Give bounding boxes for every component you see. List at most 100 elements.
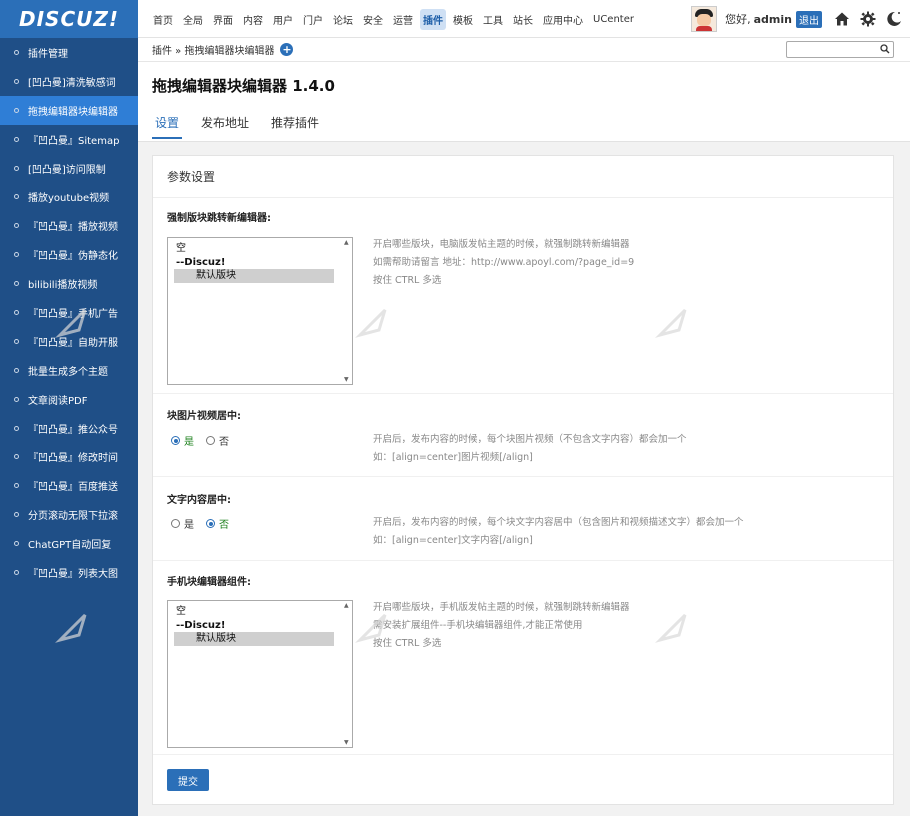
gear-icon[interactable]	[858, 9, 878, 29]
select-option-selected[interactable]: 默认版块	[174, 269, 334, 283]
sidebar-item[interactable]: 『凹凸曼』修改时间	[0, 442, 138, 471]
title-area: 拖拽编辑器块编辑器 1.4.0 设置 发布地址 推荐插件	[138, 62, 910, 142]
sidebar-item-label: 『凹凸曼』自助开服	[28, 337, 118, 349]
sidebar-item[interactable]: 『凹凸曼』自助开服	[0, 327, 138, 356]
sidebar-item[interactable]: 分页滚动无限下拉滚	[0, 500, 138, 529]
select-option[interactable]: 空	[168, 242, 352, 256]
home-icon[interactable]	[832, 9, 852, 29]
settings-card: 参数设置 强制版块跳转新编辑器: 空 --Discuz! 默认版块 ▲ ▼ 开启哪…	[152, 155, 894, 805]
sidebar: 插件管理 [凹凸曼]清洗敏感词 拖拽编辑器块编辑器 『凹凸曼』Sitemap […	[0, 38, 138, 816]
submit-button[interactable]: 提交	[167, 769, 209, 791]
radio-yes-label[interactable]: 是	[184, 516, 194, 531]
nav-forum[interactable]: 论坛	[330, 9, 356, 30]
sidebar-item-label: 文章阅读PDF	[28, 395, 88, 407]
sidebar-item[interactable]: 『凹凸曼』列表大图	[0, 558, 138, 587]
breadcrumb-bar: 插件 » 拖拽编辑器块编辑器 +	[138, 38, 910, 62]
sidebar-item[interactable]: 『凹凸曼』播放视频	[0, 211, 138, 240]
nav-admin[interactable]: 站长	[510, 9, 536, 30]
sidebar-item-label: 『凹凸曼』百度推送	[28, 482, 118, 494]
theme-toggle-icon[interactable]	[884, 9, 904, 29]
top-bar: DISCUZ! 首页 全局 界面 内容 用户 门户 论坛 安全 运营 插件 模板…	[0, 0, 910, 38]
text-center-hint: 开启后，发布内容的时候，每个块文字内容居中（包含图片和视频描述文字）都会加一个 …	[373, 514, 744, 550]
pc-blocks-hint: 开启哪些版块，电脑版发帖主题的时候，就强制跳转新编辑器 如需帮助请留言 地址：h…	[373, 236, 634, 290]
scrollbar[interactable]: ▲ ▼	[342, 601, 352, 747]
sidebar-item-label: 『凹凸曼』Sitemap	[28, 135, 120, 147]
discuz-logo[interactable]: DISCUZ!	[0, 0, 138, 38]
image-center-hint: 开启后，发布内容的时候，每个块图片视频（不包含文字内容）都会加一个 如：[ali…	[373, 431, 687, 467]
nav-tools[interactable]: 工具	[480, 9, 506, 30]
pc-blocks-multiselect[interactable]: 空 --Discuz! 默认版块 ▲ ▼	[167, 237, 353, 385]
sidebar-item[interactable]: 播放youtube视频	[0, 182, 138, 211]
nav-global[interactable]: 全局	[180, 9, 206, 30]
nav-users[interactable]: 用户	[270, 9, 296, 30]
hint-line: 按住 CTRL 多选	[373, 275, 442, 286]
logout-button[interactable]: 退出	[796, 10, 822, 28]
tab-settings[interactable]: 设置	[152, 114, 183, 139]
add-shortcut-button[interactable]: +	[280, 43, 294, 56]
tab-publish-url[interactable]: 发布地址	[198, 114, 252, 139]
select-option-selected[interactable]: 默认版块	[174, 632, 334, 646]
search-icon[interactable]	[880, 43, 890, 58]
sidebar-item[interactable]: bilibili播放视频	[0, 269, 138, 298]
sidebar-item[interactable]: 批量生成多个主题	[0, 356, 138, 385]
sidebar-item[interactable]: 『凹凸曼』Sitemap	[0, 125, 138, 154]
nav-app-center[interactable]: 应用中心	[540, 9, 586, 30]
radio-no-label[interactable]: 否	[219, 516, 229, 531]
nav-home[interactable]: 首页	[150, 9, 176, 30]
search-input[interactable]	[787, 43, 875, 58]
user-box: 您好, admin 退出	[691, 0, 910, 38]
sidebar-item[interactable]: 『凹凸曼』手机广告	[0, 298, 138, 327]
sidebar-item-label: 插件管理	[28, 48, 68, 60]
scrollbar[interactable]: ▲ ▼	[342, 238, 352, 384]
greeting-text: 您好,	[725, 13, 751, 26]
sidebar-item-label: 『凹凸曼』手机广告	[28, 308, 118, 320]
sidebar-item-label: 分页滚动无限下拉滚	[28, 511, 118, 523]
radio-yes-label[interactable]: 是	[184, 433, 194, 448]
hint-line: 开启后，发布内容的时候，每个块文字内容居中（包含图片和视频描述文字）都会加一个	[373, 517, 744, 528]
hint-line: 开启后，发布内容的时候，每个块图片视频（不包含文字内容）都会加一个	[373, 434, 687, 445]
sidebar-item[interactable]: [凹凸曼]清洗敏感词	[0, 67, 138, 96]
nav-ucenter[interactable]: UCenter	[590, 11, 637, 28]
sidebar-item[interactable]: [凹凸曼]访问限制	[0, 154, 138, 183]
main-content: 插件 » 拖拽编辑器块编辑器 + 拖拽编辑器块编辑器 1.4.0 设置 发布地址…	[138, 38, 910, 816]
divider	[153, 393, 893, 394]
radio-no-label[interactable]: 否	[219, 433, 229, 448]
sidebar-item-label: 拖拽编辑器块编辑器	[28, 106, 118, 118]
sidebar-item-active[interactable]: 拖拽编辑器块编辑器	[0, 95, 138, 125]
nav-interface[interactable]: 界面	[210, 9, 236, 30]
nav-templates[interactable]: 模板	[450, 9, 476, 30]
image-center-label: 块图片视频居中:	[167, 411, 241, 422]
divider	[153, 476, 893, 477]
radio-no[interactable]	[206, 436, 215, 445]
mobile-blocks-multiselect[interactable]: 空 --Discuz! 默认版块 ▲ ▼	[167, 600, 353, 748]
hint-line: 按住 CTRL 多选	[373, 638, 442, 649]
select-option[interactable]: 空	[168, 605, 352, 619]
sidebar-item[interactable]: 『凹凸曼』伪静态化	[0, 240, 138, 269]
radio-no[interactable]	[206, 519, 215, 528]
tabs: 设置 发布地址 推荐插件	[152, 114, 338, 139]
nav-content[interactable]: 内容	[240, 9, 266, 30]
nav-operations[interactable]: 运营	[390, 9, 416, 30]
page-title: 拖拽编辑器块编辑器 1.4.0	[152, 77, 335, 95]
sidebar-item[interactable]: 插件管理	[0, 38, 138, 67]
text-center-label: 文字内容居中:	[167, 495, 231, 506]
nav-portal[interactable]: 门户	[300, 9, 326, 30]
sidebar-item[interactable]: 文章阅读PDF	[0, 385, 138, 414]
sidebar-item-label: 『凹凸曼』列表大图	[28, 568, 118, 580]
nav-plugins[interactable]: 插件	[420, 8, 446, 30]
sidebar-item[interactable]: ChatGPT自动回复	[0, 529, 138, 558]
breadcrumb[interactable]: 插件 » 拖拽编辑器块编辑器	[152, 42, 274, 57]
avatar[interactable]	[691, 6, 718, 32]
tab-recommended-plugins[interactable]: 推荐插件	[268, 114, 322, 139]
pc-blocks-label: 强制版块跳转新编辑器:	[167, 213, 271, 224]
sidebar-item-label: 『凹凸曼』伪静态化	[28, 251, 118, 263]
sidebar-item[interactable]: 『凹凸曼』推公众号	[0, 414, 138, 443]
hint-line: 如需帮助请留言 地址：http://www.apoyl.com/?page_id…	[373, 257, 635, 268]
nav-security[interactable]: 安全	[360, 9, 386, 30]
radio-yes[interactable]	[171, 519, 180, 528]
sidebar-item[interactable]: 『凹凸曼』百度推送	[0, 471, 138, 500]
radio-yes[interactable]	[171, 436, 180, 445]
hint-line: 开启哪些版块，电脑版发帖主题的时候，就强制跳转新编辑器	[373, 239, 630, 250]
select-option-group: --Discuz!	[176, 619, 226, 631]
image-center-radios: 是 否	[171, 433, 241, 448]
